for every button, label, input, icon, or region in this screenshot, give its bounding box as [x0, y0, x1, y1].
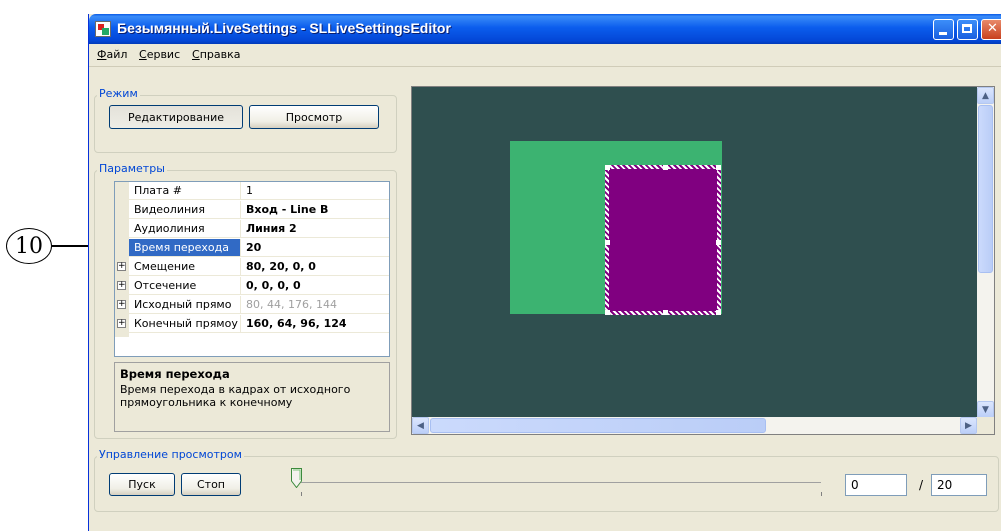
menu-file[interactable]: Файл [97, 48, 127, 61]
stop-button[interactable]: Стоп [181, 473, 241, 496]
expand-plus-icon[interactable]: + [117, 319, 126, 328]
title-bar[interactable]: Безымянный.LiveSettings - SLLiveSettings… [89, 14, 1001, 44]
property-name[interactable]: Видеолиния [129, 201, 241, 219]
property-name[interactable]: Аудиолиния [129, 220, 241, 238]
frame-separator: / [919, 478, 924, 492]
slider-tick [821, 492, 822, 496]
property-value[interactable]: Вход - Line B [241, 201, 389, 219]
resize-handle[interactable] [605, 310, 610, 315]
property-row[interactable]: Аудиолиния Линия 2 [115, 220, 389, 239]
current-frame-field[interactable]: 0 [845, 474, 907, 496]
menu-bar: Файл Сервис Справка [89, 44, 1001, 67]
property-value[interactable]: Линия 2 [241, 220, 389, 238]
property-row[interactable]: Плата #1 [115, 182, 389, 201]
vertical-scrollbar[interactable]: ▲ ▼ [977, 87, 994, 418]
horizontal-scrollbar[interactable]: ◀ ▶ [412, 417, 977, 434]
property-value[interactable]: 80, 44, 176, 144 [241, 296, 389, 314]
total-frames-field[interactable]: 20 [931, 474, 987, 496]
minimize-button[interactable] [933, 19, 954, 40]
property-name[interactable]: Смещение [129, 258, 241, 276]
resize-handle[interactable] [605, 165, 610, 170]
property-value[interactable]: 160, 64, 96, 124 [241, 315, 389, 333]
scroll-down-icon[interactable]: ▼ [977, 401, 994, 418]
resize-handle[interactable] [716, 310, 721, 315]
property-name[interactable]: Время перехода [129, 239, 241, 257]
property-grid[interactable]: Плата #1 Видеолиния Вход - Line B Аудиолини… [114, 181, 390, 357]
callout-number: 10 [6, 228, 52, 264]
slider-tick [301, 492, 302, 496]
play-button[interactable]: Пуск [109, 473, 175, 496]
property-name[interactable]: Конечный прямоу [129, 315, 241, 333]
property-row[interactable]: Видеолиния Вход - Line B [115, 201, 389, 220]
scroll-right-icon[interactable]: ▶ [960, 417, 977, 434]
preview-control-label: Управление просмотром [97, 448, 244, 461]
edit-mode-button[interactable]: Редактирование [109, 105, 243, 129]
preview-canvas[interactable]: ▲ ▼ ◀ ▶ [411, 86, 995, 435]
property-description: Время перехода Время перехода в кадрах о… [114, 362, 390, 432]
scroll-up-icon[interactable]: ▲ [977, 87, 994, 104]
resize-handle[interactable] [605, 240, 610, 245]
menu-help[interactable]: Справка [192, 48, 240, 61]
maximize-button[interactable] [957, 19, 978, 40]
window-title: Безымянный.LiveSettings - SLLiveSettings… [117, 20, 451, 36]
property-value[interactable]: 80, 20, 0, 0 [241, 258, 389, 276]
property-row[interactable]: + Исходный прямо 80, 44, 176, 144 [115, 296, 389, 315]
resize-handle[interactable] [716, 240, 721, 245]
close-button[interactable] [981, 19, 1001, 40]
property-row[interactable]: + Отсечение 0, 0, 0, 0 [115, 277, 389, 296]
resize-handle[interactable] [663, 310, 668, 315]
app-window: Безымянный.LiveSettings - SLLiveSettings… [88, 14, 1001, 531]
property-row[interactable]: + Смещение 80, 20, 0, 0 [115, 258, 389, 277]
property-value[interactable]: 20 [241, 239, 389, 257]
resize-handle[interactable] [716, 165, 721, 170]
horizontal-scroll-thumb[interactable] [430, 418, 766, 433]
description-title: Время перехода [120, 367, 230, 381]
expand-plus-icon[interactable]: + [117, 281, 126, 290]
frame-slider-track[interactable] [301, 482, 821, 483]
view-mode-button[interactable]: Просмотр [249, 105, 379, 129]
property-row[interactable]: Время перехода 20 [115, 239, 389, 258]
app-icon[interactable] [95, 21, 111, 37]
menu-service[interactable]: Сервис [139, 48, 180, 61]
property-name[interactable]: Плата # [129, 182, 241, 200]
resize-handle[interactable] [663, 165, 668, 170]
description-text: Время перехода в кадрах от исходного пря… [120, 383, 351, 409]
property-value[interactable]: 1 [241, 182, 389, 200]
property-name[interactable]: Исходный прямо [129, 296, 241, 314]
expand-plus-icon[interactable]: + [117, 262, 126, 271]
property-value[interactable]: 0, 0, 0, 0 [241, 277, 389, 295]
expand-plus-icon[interactable]: + [117, 300, 126, 309]
scroll-corner [977, 417, 994, 434]
vertical-scroll-thumb[interactable] [978, 105, 993, 273]
params-group-label: Параметры [97, 162, 167, 175]
mode-group-label: Режим [97, 87, 140, 100]
scroll-left-icon[interactable]: ◀ [412, 417, 429, 434]
target-rectangle-selection [605, 165, 721, 315]
property-name[interactable]: Отсечение [129, 277, 241, 295]
frame-slider-thumb[interactable] [291, 468, 302, 488]
property-row[interactable]: + Конечный прямоу 160, 64, 96, 124 [115, 315, 389, 334]
